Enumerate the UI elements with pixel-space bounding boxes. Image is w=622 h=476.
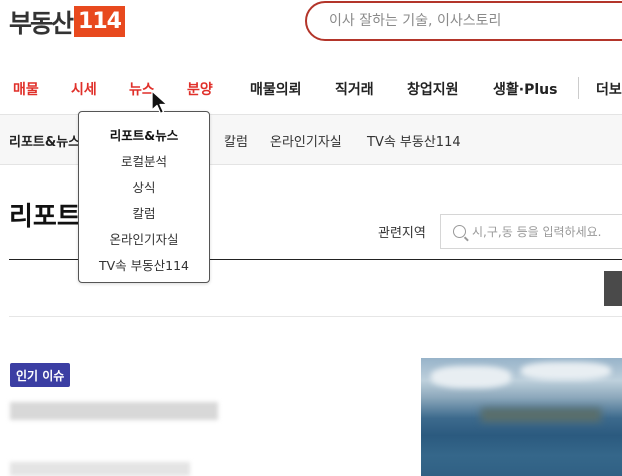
dropdown-item-tv[interactable]: TV속 부동산114: [79, 255, 209, 274]
logo[interactable]: 부동산 114: [9, 5, 125, 38]
thumbnail-cloud: [521, 362, 611, 380]
nav-item-prices[interactable]: 시세: [71, 79, 97, 99]
sub-nav-online-press[interactable]: 온라인기자실: [270, 131, 342, 150]
nav-divider: [578, 77, 579, 99]
nav-item-life-plus[interactable]: 생활·Plus: [493, 79, 557, 99]
dropdown-item-online-press[interactable]: 온라인기자실: [79, 229, 209, 248]
nav-item-listings[interactable]: 매물: [13, 79, 39, 99]
top-search-box[interactable]: [305, 1, 622, 41]
nav-item-presale[interactable]: 분양: [187, 79, 213, 99]
blurred-text: [10, 462, 190, 476]
top-search-input[interactable]: [329, 13, 619, 29]
region-search-box[interactable]: [440, 214, 622, 249]
popular-issue-badge: 인기 이슈: [10, 363, 71, 387]
nav-item-listing-request[interactable]: 매물의뢰: [250, 79, 302, 99]
blurred-headline[interactable]: [10, 402, 218, 420]
nav-item-more[interactable]: 더보: [596, 79, 622, 99]
header: 부동산 114: [0, 0, 622, 50]
dropdown-item-common-knowledge[interactable]: 상식: [79, 177, 209, 196]
region-search-input[interactable]: [472, 224, 622, 239]
logo-text: 부동산: [9, 8, 74, 38]
mouse-cursor-icon: [151, 90, 168, 115]
sub-nav-column[interactable]: 칼럼: [224, 131, 248, 150]
region-label: 관련지역: [378, 226, 426, 241]
search-icon: [453, 225, 466, 238]
news-dropdown-menu: 리포트&뉴스 로컬분석 상식 칼럼 온라인기자실 TV속 부동산114: [78, 111, 210, 283]
thumbnail-land: [481, 408, 601, 422]
logo-number-box: 114: [74, 6, 125, 37]
nav-item-startup-support[interactable]: 창업지원: [407, 79, 459, 99]
sub-nav-report-news[interactable]: 리포트&뉴스: [9, 131, 80, 150]
nav-item-direct-deal[interactable]: 직거래: [335, 79, 374, 99]
article-thumbnail[interactable]: [421, 358, 622, 476]
dropdown-item-report-news[interactable]: 리포트&뉴스: [79, 125, 209, 144]
dropdown-item-local-analysis[interactable]: 로컬분석: [79, 151, 209, 170]
dropdown-item-column[interactable]: 칼럼: [79, 203, 209, 222]
sub-nav-tv[interactable]: TV속 부동산114: [367, 131, 461, 150]
dark-action-button[interactable]: [604, 271, 622, 306]
main-nav: 매물 시세 뉴스 분양 매물의뢰 직거래 창업지원 생활·Plus 더보: [0, 68, 622, 110]
thumbnail-cloud: [431, 366, 511, 388]
section-divider: [9, 316, 622, 317]
page-title: 리포트: [9, 202, 81, 232]
